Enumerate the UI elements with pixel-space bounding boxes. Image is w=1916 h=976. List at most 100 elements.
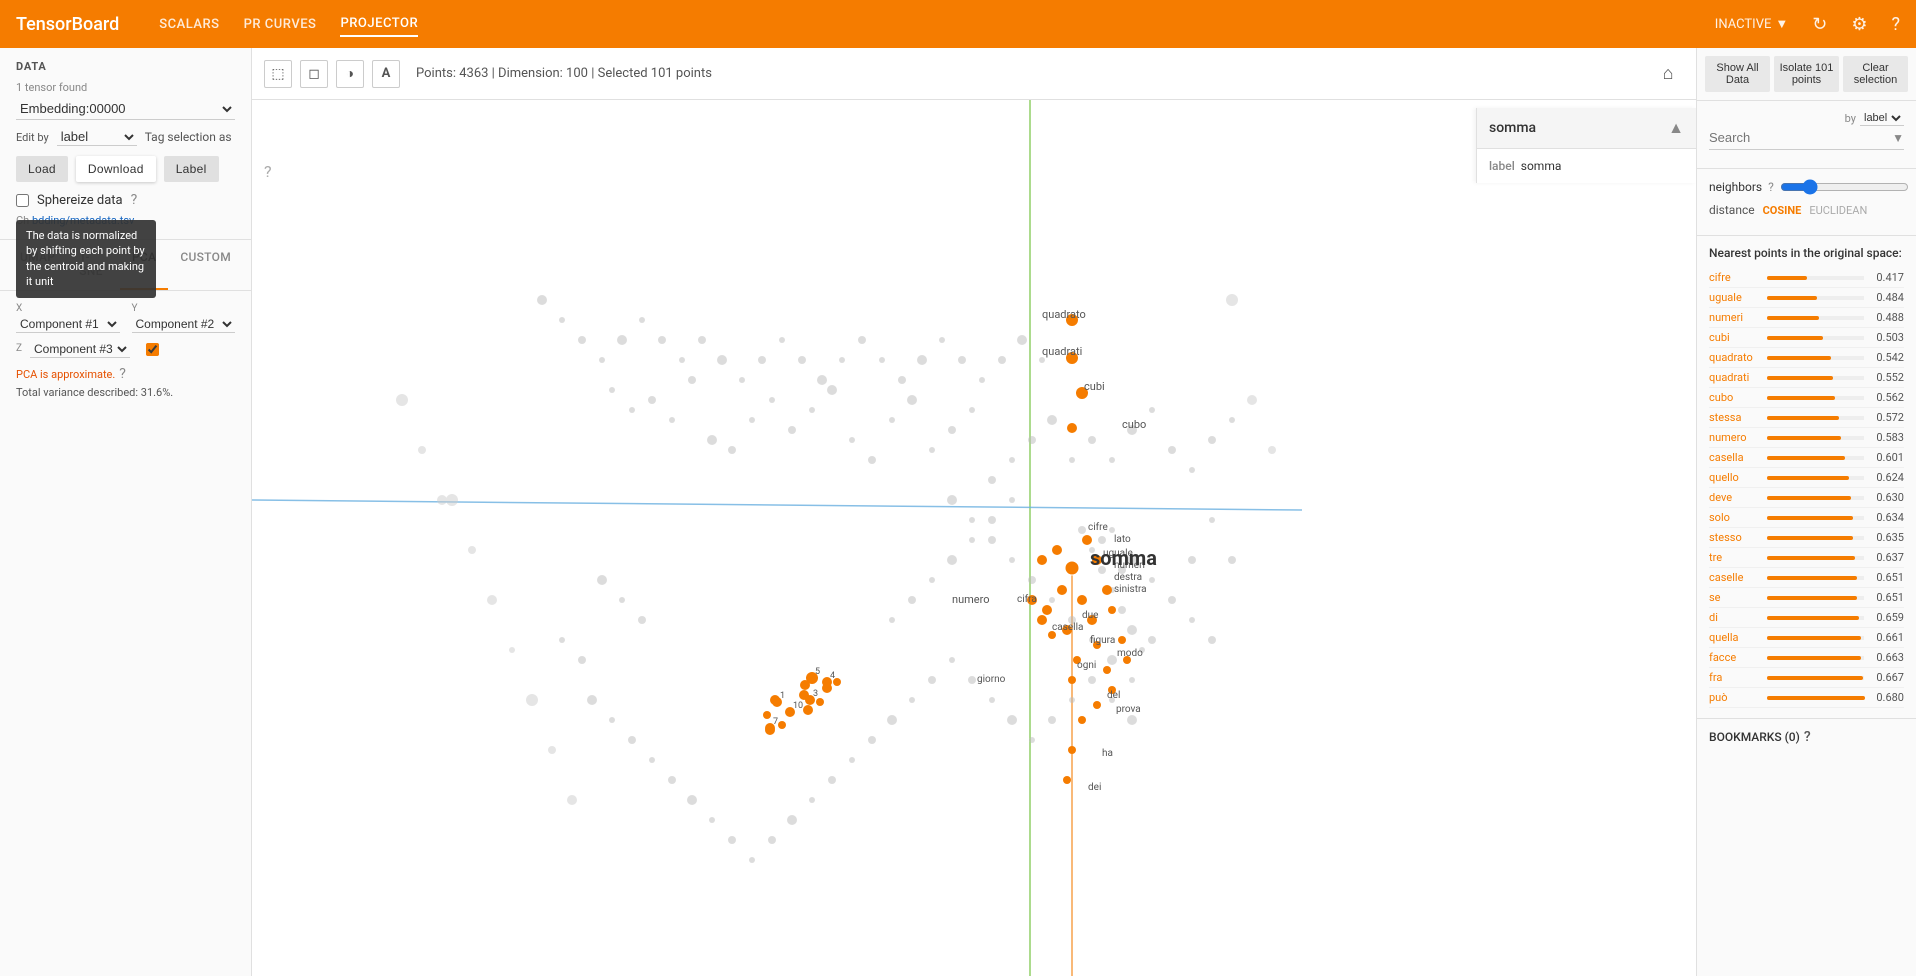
show-all-data-button[interactable]: Show All Data (1705, 56, 1770, 92)
selection-rect-icon[interactable]: ⬚ (264, 60, 292, 88)
nn-item-name[interactable]: uguale (1709, 291, 1761, 304)
svg-text:modo: modo (1117, 648, 1143, 659)
nn-bar-background (1767, 376, 1864, 380)
canvas-help-icon[interactable]: ? (264, 162, 272, 181)
nn-item-name[interactable]: casella (1709, 451, 1761, 464)
night-mode-icon[interactable]: ◑ (336, 60, 364, 88)
euclidean-distance-option[interactable]: EUCLIDEAN (1809, 204, 1867, 217)
cosine-distance-option[interactable]: COSINE (1763, 204, 1802, 217)
sphereize-checkbox[interactable] (16, 194, 29, 207)
nn-item-name[interactable]: se (1709, 591, 1761, 604)
nn-item-name[interactable]: deve (1709, 491, 1761, 504)
nn-item-name[interactable]: cubi (1709, 331, 1761, 344)
x-component-select[interactable]: Component #1 (16, 316, 120, 333)
z-component-select[interactable]: Component #3 (30, 341, 130, 358)
pca-section: X Component #1 Y Component #2 Z Componen… (0, 291, 251, 411)
inactive-dropdown[interactable]: INACTIVE ▼ (1715, 16, 1788, 32)
neighbors-help-icon[interactable]: ? (1768, 180, 1774, 194)
nn-bar-fill (1767, 556, 1855, 560)
search-input[interactable] (1709, 130, 1892, 145)
approx-help-icon[interactable]: ? (119, 366, 126, 382)
tab-custom[interactable]: CUSTOM (168, 240, 243, 290)
svg-text:due: due (1082, 610, 1098, 621)
distance-label: distance (1709, 203, 1755, 217)
nn-item-name[interactable]: quadrato (1709, 351, 1761, 364)
settings-icon[interactable]: ⚙ (1851, 14, 1867, 35)
clear-selection-button[interactable]: Clear selection (1843, 56, 1908, 92)
nn-item-name[interactable]: quella (1709, 631, 1761, 644)
svg-text:prova: prova (1116, 704, 1141, 715)
label-mode-icon[interactable]: A (372, 60, 400, 88)
nn-item-name[interactable]: cifre (1709, 271, 1761, 284)
neighbors-slider[interactable] (1780, 179, 1909, 195)
nn-item-name[interactable]: stessa (1709, 411, 1761, 424)
load-button[interactable]: Load (16, 156, 68, 182)
edit-by-select[interactable]: label (57, 128, 137, 146)
nn-list-item: stessa 0.572 (1709, 408, 1904, 428)
nn-list-item: casella 0.601 (1709, 448, 1904, 468)
nn-bar-fill (1767, 416, 1839, 420)
search-section: by label ▼ (1697, 101, 1916, 169)
y-component-select[interactable]: Component #2 (132, 316, 236, 333)
nn-item-name[interactable]: numeri (1709, 311, 1761, 324)
nn-item-name[interactable]: solo (1709, 511, 1761, 524)
nn-item-name[interactable]: facce (1709, 651, 1761, 664)
z-checkbox[interactable] (146, 343, 159, 356)
svg-text:5: 5 (815, 667, 820, 677)
nn-item-name[interactable]: tre (1709, 551, 1761, 564)
label-button[interactable]: Label (164, 156, 219, 182)
svg-text:numero: numero (952, 593, 990, 606)
bookmarks-help-icon[interactable]: ? (1804, 729, 1811, 745)
svg-text:quadrato: quadrato (1042, 308, 1086, 321)
svg-text:cifra: cifra (1017, 593, 1037, 605)
nav-scalars[interactable]: SCALARS (159, 13, 219, 36)
nn-item-name[interactable]: quello (1709, 471, 1761, 484)
nn-bar-fill (1767, 516, 1853, 520)
isolate-points-button[interactable]: Isolate 101 points (1774, 56, 1839, 92)
nn-item-name[interactable]: numero (1709, 431, 1761, 444)
bookmarks-row: BOOKMARKS (0) ? (1697, 719, 1916, 755)
scatter-svg[interactable]: quadrato quadrati cubi cubo cifre lato u… (252, 100, 1696, 976)
projection-canvas[interactable]: ⬚ ◻ ◑ A Points: 4363 | Dimension: 100 | … (252, 48, 1696, 976)
nn-list-item: fra 0.667 (1709, 668, 1904, 688)
tensor-select[interactable]: Embedding:00000 (16, 98, 235, 120)
selection-lasso-icon[interactable]: ◻ (300, 60, 328, 88)
svg-text:somma: somma (1090, 546, 1157, 570)
nn-bar-fill (1767, 656, 1861, 660)
help-icon[interactable]: ? (1891, 14, 1900, 35)
nn-item-name[interactable]: stesso (1709, 531, 1761, 544)
svg-text:figura: figura (1090, 634, 1115, 646)
search-dropdown-icon[interactable]: ▼ (1892, 131, 1904, 145)
popup-close-icon[interactable]: ▲ (1668, 118, 1684, 138)
nn-list-item: facce 0.663 (1709, 648, 1904, 668)
nn-item-name[interactable]: di (1709, 611, 1761, 624)
nn-item-score: 0.651 (1870, 591, 1904, 604)
nn-item-name[interactable]: fra (1709, 671, 1761, 684)
popup-title: somma (1489, 120, 1536, 136)
refresh-icon[interactable]: ↻ (1812, 14, 1827, 35)
sphereize-help-icon[interactable]: ? (131, 192, 138, 208)
nn-bar-fill (1767, 276, 1807, 280)
scatter-plot-area[interactable]: ? (252, 100, 1696, 976)
home-button[interactable]: ⌂ (1652, 58, 1684, 90)
svg-text:cubi: cubi (1084, 380, 1105, 393)
nav-projector[interactable]: PROJECTOR (340, 12, 418, 37)
svg-text:destra: destra (1114, 572, 1142, 583)
nn-item-score: 0.583 (1870, 431, 1904, 444)
nn-bar-background (1767, 636, 1864, 640)
by-label-select[interactable]: label (1860, 111, 1904, 126)
nn-bar-background (1767, 556, 1864, 560)
nn-item-name[interactable]: cubo (1709, 391, 1761, 404)
download-button[interactable]: Download (76, 156, 156, 182)
nn-item-name[interactable]: caselle (1709, 571, 1761, 584)
toolbar-bar: ⬚ ◻ ◑ A Points: 4363 | Dimension: 100 | … (252, 48, 1696, 100)
nn-list-item: quadrato 0.542 (1709, 348, 1904, 368)
svg-text:10: 10 (793, 701, 803, 711)
svg-text:lato: lato (1114, 534, 1131, 545)
nav-pr-curves[interactable]: PR CURVES (244, 13, 317, 36)
variance-message: Total variance described: 31.6%. (16, 386, 235, 399)
nn-list-item: se 0.651 (1709, 588, 1904, 608)
svg-text:sinistra: sinistra (1114, 584, 1147, 595)
nn-item-name[interactable]: quadrati (1709, 371, 1761, 384)
nn-item-name[interactable]: può (1709, 691, 1761, 704)
